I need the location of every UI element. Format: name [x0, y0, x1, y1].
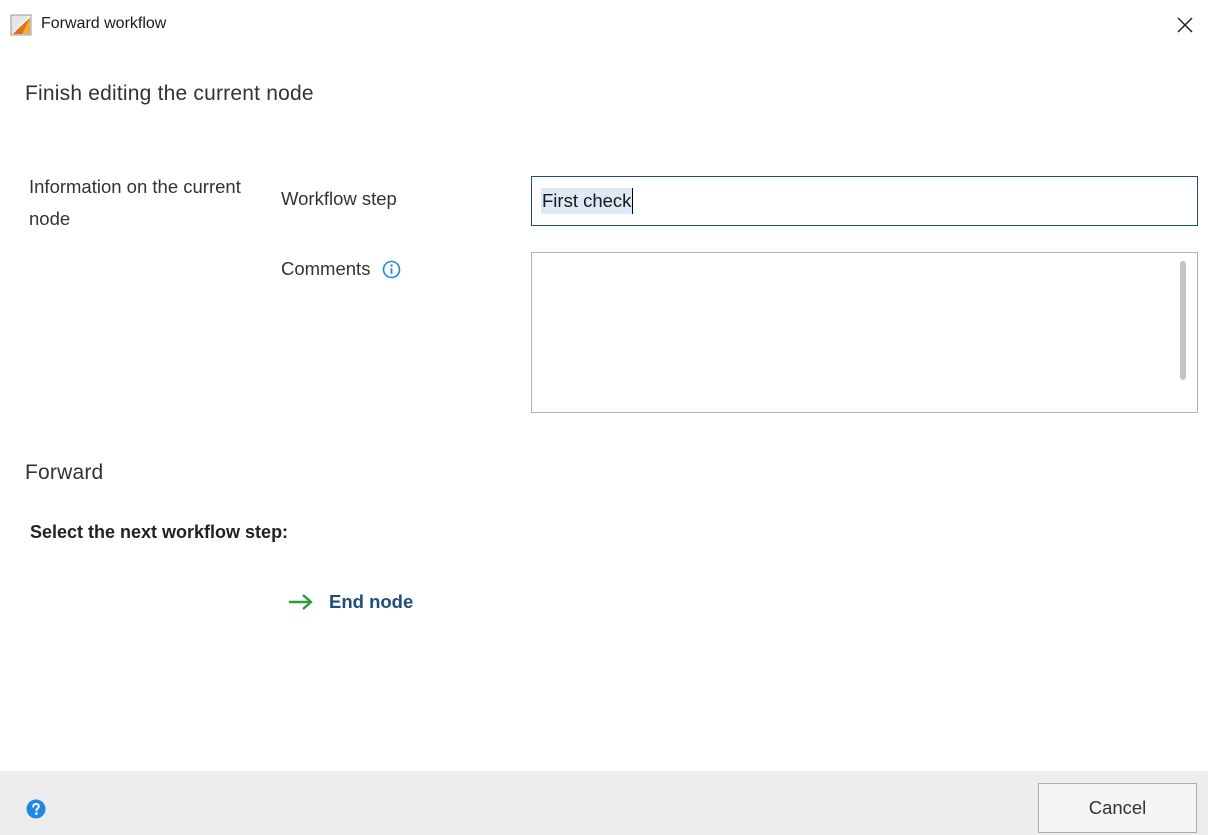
question-circle-icon[interactable]	[26, 799, 46, 819]
forward-heading: Forward	[25, 461, 104, 484]
comments-label-row: Comments	[281, 258, 401, 280]
comments-label: Comments	[281, 258, 371, 279]
comments-textarea[interactable]	[531, 252, 1198, 413]
close-icon	[1177, 17, 1193, 33]
comments-scrollbar[interactable]	[1180, 261, 1186, 380]
finish-editing-heading: Finish editing the current node	[25, 82, 314, 105]
current-node-info-label: Information on the current node	[29, 176, 241, 229]
workflow-step-label: Workflow step	[281, 188, 397, 209]
cancel-button[interactable]: Cancel	[1038, 783, 1197, 833]
workflow-step-input[interactable]: First check	[531, 176, 1198, 226]
close-button[interactable]	[1170, 10, 1200, 40]
forward-workflow-dialog: Forward workflow Finish editing the curr…	[0, 0, 1208, 835]
window-title: Forward workflow	[41, 15, 167, 32]
select-next-step-label: Select the next workflow step:	[30, 522, 289, 542]
dialog-footer: Cancel	[0, 771, 1208, 835]
arrow-right-icon	[287, 592, 315, 612]
info-icon[interactable]	[382, 260, 401, 279]
title-bar: Forward workflow	[0, 0, 1208, 52]
end-node-label: End node	[329, 591, 414, 612]
workflow-step-value: First check	[541, 188, 634, 214]
next-step-option-end-node[interactable]: End node	[261, 572, 763, 632]
app-icon	[10, 14, 32, 36]
